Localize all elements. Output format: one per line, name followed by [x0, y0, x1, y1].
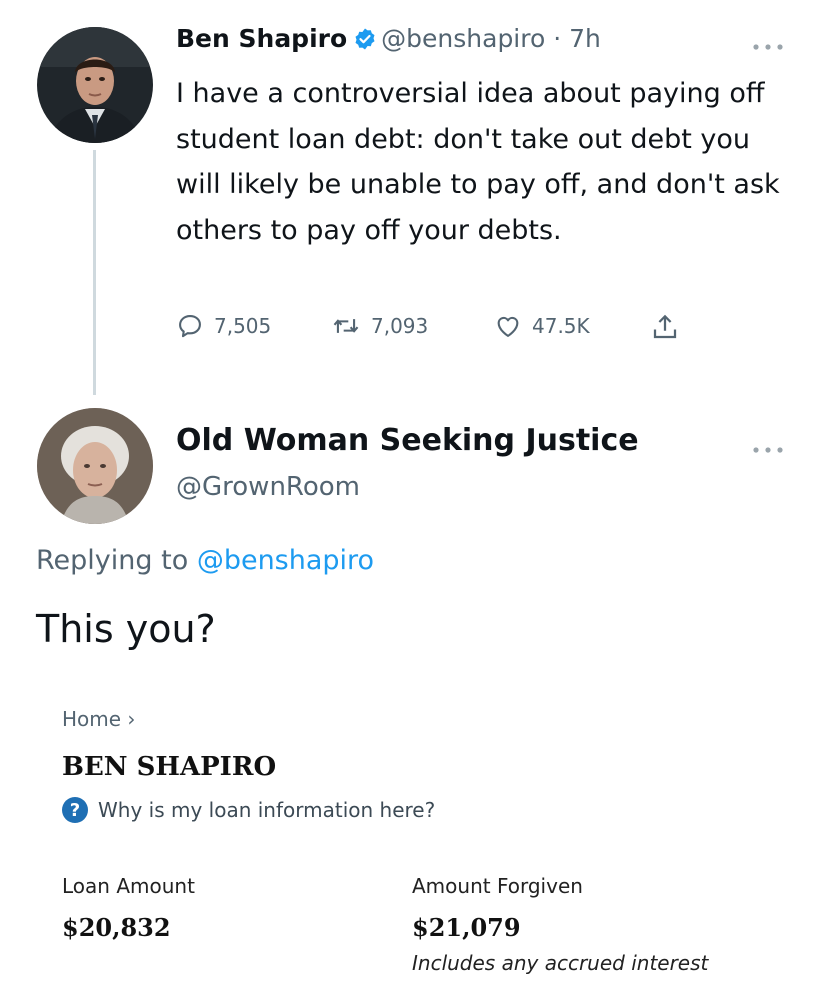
thread-line: [93, 150, 96, 395]
amount-forgiven-label: Amount Forgiven: [412, 874, 583, 898]
reply-more-icon[interactable]: [752, 437, 784, 457]
reply-count: 7,505: [214, 314, 272, 338]
author-name[interactable]: Ben Shapiro: [176, 24, 347, 53]
replying-to: Replying to @benshapiro: [36, 545, 374, 576]
verified-badge-icon: [353, 27, 377, 57]
author-handle-time[interactable]: @benshapiro · 7h: [381, 24, 601, 53]
loan-amount-label: Loan Amount: [62, 874, 195, 898]
breadcrumb-home[interactable]: Home ›: [62, 707, 135, 731]
reply-author-handle[interactable]: @GrownRoom: [176, 472, 360, 502]
reply-action[interactable]: 7,505: [176, 312, 271, 340]
like-action[interactable]: 47.5K: [494, 312, 590, 340]
like-count: 47.5K: [532, 314, 590, 338]
author-avatar[interactable]: [37, 27, 153, 143]
reply-icon: [176, 312, 204, 340]
tweet-header: Ben Shapiro @benshapiro · 7h: [176, 24, 601, 57]
replying-to-label: Replying to: [36, 545, 189, 576]
tweet-text: I have a controversial idea about paying…: [176, 78, 780, 246]
question-icon: ?: [62, 797, 88, 823]
retweet-count: 7,093: [371, 314, 429, 338]
reply-author-avatar[interactable]: [37, 408, 153, 524]
retweet-icon: [331, 312, 361, 340]
retweet-action[interactable]: 7,093: [331, 312, 428, 340]
loan-amount-value: $20,832: [62, 913, 171, 942]
reply-text: This you?: [36, 607, 216, 651]
loan-info-help-text[interactable]: Why is my loan information here?: [98, 798, 435, 822]
replying-to-mention[interactable]: @benshapiro: [197, 545, 374, 576]
forgiven-note: Includes any accrued interest: [412, 951, 709, 975]
borrower-name: BEN SHAPIRO: [62, 752, 277, 782]
share-icon: [650, 312, 680, 342]
share-action[interactable]: [650, 312, 680, 342]
reply-author-name[interactable]: Old Woman Seeking Justice: [176, 423, 639, 458]
heart-icon: [494, 312, 522, 340]
more-icon[interactable]: [752, 34, 784, 54]
amount-forgiven-value: $21,079: [412, 913, 521, 942]
loan-info-help[interactable]: ? Why is my loan information here?: [62, 797, 435, 823]
